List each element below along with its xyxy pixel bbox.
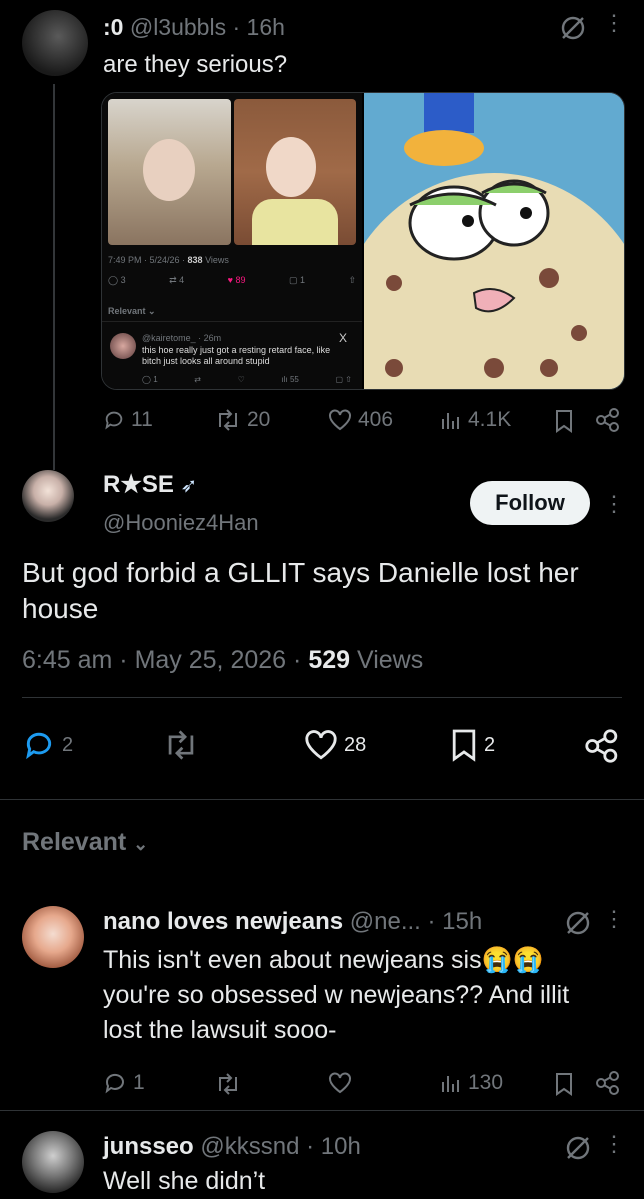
wing-emoji-icon: ➶ (180, 475, 198, 497)
bookmark-icon (450, 728, 478, 762)
handle[interactable]: @ne... (350, 908, 421, 935)
embedded-actions: ◯ 3 ⇄ 4 ♥ 89 ▢ 1 ⇧ (108, 275, 356, 286)
more-icon[interactable]: ⋮ (603, 908, 625, 930)
embedded-relevant: Relevant ⌄ (108, 306, 156, 316)
avatar[interactable] (22, 470, 74, 522)
embedded-reply-actions: ◯ 1 ⇄ ♡ ılı 55 ▢ ⇧ (142, 375, 352, 384)
tweet-text: Well she didn’t (103, 1167, 266, 1195)
share-icon[interactable] (595, 408, 621, 432)
view-count: 529 (308, 646, 351, 674)
tweet-meta: 6:45 am · May 25, 2026 · 529 Views (22, 646, 424, 674)
display-name[interactable]: junsseo (103, 1133, 194, 1160)
handle[interactable]: @Hooniez4Han (103, 510, 259, 536)
embedded-like: ♥ 89 (227, 275, 246, 285)
chevron-down-icon: ⌄ (133, 834, 149, 854)
reply-icon (103, 1071, 127, 1095)
tweet-text: This isn't even about newjeans sis😭😭 you… (103, 946, 570, 1044)
photo-2 (234, 99, 356, 245)
views-button[interactable]: 4.1K (440, 408, 511, 432)
display-name[interactable]: :0 (103, 14, 123, 40)
like-button[interactable]: 28 (304, 729, 366, 761)
tweet-date[interactable]: May 25, 2026 (135, 646, 287, 674)
display-name[interactable]: R★SE (103, 471, 174, 498)
photo-1 (108, 99, 231, 245)
views-button[interactable]: 130 (440, 1071, 503, 1095)
grok-icon[interactable] (560, 15, 586, 41)
cartoon-image[interactable] (364, 93, 624, 389)
reply-icon (103, 409, 125, 431)
views-icon (440, 409, 462, 431)
tweet-text: But god forbid a GLLIT says Danielle los… (22, 557, 579, 624)
views-icon (440, 1072, 462, 1094)
retweet-button[interactable] (215, 1073, 241, 1095)
retweet-button[interactable] (163, 730, 199, 760)
embedded-screenshot[interactable]: 7:49 PM · 5/24/26 · 838 Views ◯ 3 ⇄ 4 ♥ … (102, 93, 362, 389)
tweet-time[interactable]: 6:45 am (22, 646, 112, 674)
handle[interactable]: @l3ubbls (130, 14, 226, 40)
bookmark-icon[interactable] (554, 1072, 574, 1096)
embedded-reply: ◯ 3 (108, 275, 126, 285)
relevant-sort-button[interactable]: Relevant ⌄ (22, 828, 148, 857)
more-icon[interactable]: ⋮ (603, 12, 625, 34)
reply-button[interactable]: 2 (22, 729, 73, 761)
display-name[interactable]: nano loves newjeans (103, 908, 343, 935)
grok-icon[interactable] (565, 910, 591, 936)
share-icon[interactable] (584, 729, 620, 763)
reply-button[interactable]: 1 (103, 1071, 145, 1095)
like-button[interactable]: 406 (328, 408, 393, 432)
timestamp[interactable]: 16h (247, 14, 285, 40)
more-icon[interactable]: ⋮ (603, 493, 625, 515)
more-icon[interactable]: ⋮ (603, 1133, 625, 1155)
timestamp[interactable]: 15h (442, 908, 482, 935)
embedded-reply-text: this hoe really just got a resting retar… (142, 345, 331, 366)
x-logo-icon: X (339, 331, 348, 345)
embedded-meta: 7:49 PM · 5/24/26 · 838 Views (108, 255, 229, 265)
heart-icon (304, 729, 338, 761)
bookmark-button[interactable]: 2 (450, 728, 495, 762)
thread-line (53, 84, 55, 470)
tweet-header: junsseo @kkssnd · 10h (103, 1133, 361, 1160)
avatar[interactable] (22, 1131, 84, 1193)
avatar[interactable] (22, 10, 88, 76)
embedded-share-icon: ⇧ (348, 275, 356, 285)
tweet-header: :0 @l3ubbls · 16h (103, 14, 285, 40)
share-icon[interactable] (595, 1071, 621, 1095)
embedded-reply-avatar (110, 333, 136, 359)
embedded-reply-handle: @kairetome_ · 26m (142, 333, 222, 343)
retweet-icon (215, 409, 241, 431)
like-button[interactable] (328, 1072, 352, 1094)
divider (22, 697, 622, 698)
reply-button[interactable]: 11 (103, 408, 153, 432)
avatar[interactable] (22, 906, 84, 968)
handle[interactable]: @kkssnd (200, 1133, 299, 1160)
retweet-button[interactable]: 20 (215, 408, 270, 432)
tweet-header: nano loves newjeans @ne... · 15h (103, 908, 483, 935)
embedded-retweet: ⇄ 4 (169, 275, 185, 285)
timestamp[interactable]: 10h (321, 1133, 361, 1160)
bookmark-icon[interactable] (554, 409, 574, 433)
divider (0, 799, 644, 800)
embedded-bookmark: ▢ 1 (288, 275, 305, 285)
reply-icon (22, 729, 56, 761)
divider (0, 1110, 644, 1111)
tweet-text: are they serious? (103, 51, 288, 78)
media-grid[interactable]: 7:49 PM · 5/24/26 · 838 Views ◯ 3 ⇄ 4 ♥ … (101, 92, 625, 390)
grok-icon[interactable] (565, 1135, 591, 1161)
follow-button[interactable]: Follow (470, 481, 590, 525)
display-name-row: R★SE ➶ (103, 470, 197, 499)
heart-icon (328, 409, 352, 431)
